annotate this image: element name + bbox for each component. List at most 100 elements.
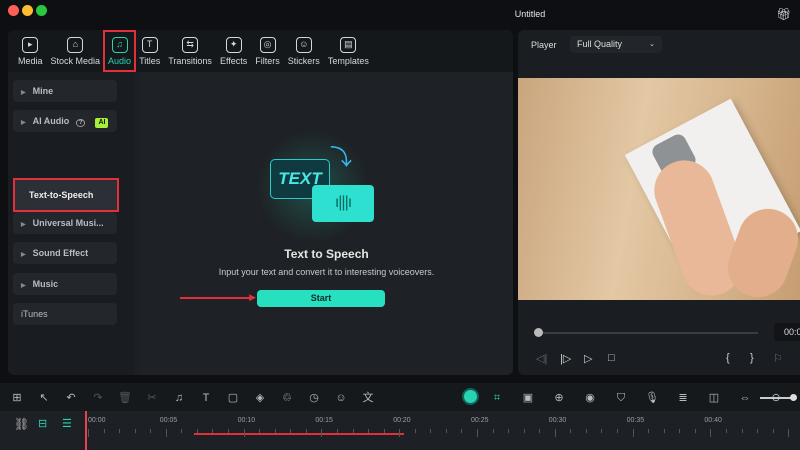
ai-cut-icon[interactable]: ⌗ [490,391,504,405]
label: Music [32,279,59,289]
library-panel: ▸ Media ⌂ Stock Media ♫ Audio T Titles ⇆ Transiti… [8,30,513,375]
select-icon[interactable]: ↖ [37,391,51,405]
mic-icon[interactable]: 🎙 [645,391,659,405]
transitions-icon: ⇆ [182,36,199,53]
delete-icon[interactable]: 🗑 [118,391,132,405]
ruler-tick-mark [399,429,401,437]
ruler-tick-mark [477,429,478,437]
sidebar-item-sound-effect[interactable]: ▶ Sound Effect [13,242,117,264]
ruler-tick-mark [757,429,759,433]
annotation-arrow: ▶ [180,292,256,302]
sidebar-item-universal-music[interactable]: ▶ Universal Musi... [13,212,117,234]
tab-effects[interactable]: ✦ Effects [216,31,251,71]
text-icon[interactable]: T [199,391,213,405]
tts-illustration: TEXT ⤵ ı|||ı [250,132,390,242]
mask-icon[interactable]: ◈ [253,391,267,405]
sidebar-item-music[interactable]: ▶ Music [13,273,117,295]
timeline-ruler[interactable]: ⛓ ⊟ ☰ 00:00 00:05 00:10 00:15 00:20 00:25 00:3… [0,411,800,450]
sidebar-item-mine[interactable]: ▶ Mine [13,80,117,102]
cut-icon[interactable]: ✂ [145,391,159,405]
tab-bar: ▸ Media ⌂ Stock Media ♫ Audio T Titles ⇆ Transiti… [8,30,513,72]
previous-frame-icon[interactable]: ◁| [536,352,547,365]
audio-icon[interactable]: ♫ [172,391,186,405]
grid-icon[interactable]: ⊞ [10,391,24,405]
playhead[interactable] [85,411,87,450]
chevron-down-icon: ⌄ [649,41,655,48]
ruler-tick-mark [383,429,385,433]
ruler-tick-mark [228,429,230,433]
time-tick: 00:15 [315,417,333,424]
ai-badge: AI [95,118,109,128]
ruler-tick-mark [445,429,447,433]
timecode: 00:0 [774,323,800,341]
translate-icon[interactable]: 文 [361,391,375,405]
marker-icon[interactable]: ⚐ [773,352,783,365]
start-button[interactable]: Start [257,290,385,307]
time-tick: 00:30 [548,417,567,424]
ruler-tick-mark [585,429,587,433]
sidebar-item-text-to-speech[interactable]: Text-to-Speech [13,178,119,212]
ai-assistant-button[interactable] [462,388,479,405]
track-icon[interactable]: ☰ [62,417,72,430]
sticker-icon[interactable]: ☺ [334,391,348,405]
tab-label: Transitions [168,55,212,66]
play-icon[interactable]: ▷ [584,352,592,365]
ruler-tick-mark [741,429,743,433]
fit-icon[interactable]: ⇔ [738,391,752,405]
color-icon[interactable]: ♲ [280,391,294,405]
crop-icon[interactable]: ▢ [226,391,240,405]
ruler-tick-mark [321,429,323,437]
tab-stickers[interactable]: ☺ Stickers [284,31,324,71]
stop-icon[interactable]: □ [608,352,615,364]
link-icon[interactable]: ⛓ [14,417,29,431]
ruler-tick-mark [554,429,556,437]
tab-titles[interactable]: T Titles [135,31,164,71]
quality-dropdown[interactable]: Full Quality ⌄ [570,36,662,53]
ruler-tick-mark [788,429,790,437]
gift-icon[interactable]: 🎁︎ [776,7,791,21]
sidebar-item-ai-audio[interactable]: ▶ AI Audio ? AI [13,110,117,132]
undo-icon[interactable]: ↶ [64,391,78,405]
tab-transitions[interactable]: ⇆ Transitions [164,31,216,71]
snap-icon[interactable]: ⊟ [38,417,47,430]
tab-label: Stock Media [50,55,101,66]
sidebar-item-itunes[interactable]: iTunes [13,303,117,325]
add-clip-icon[interactable]: ⊕ [552,391,566,405]
tab-label: Stickers [287,55,320,66]
time-tick: 00:25 [471,417,489,424]
ruler-tick-mark [772,429,774,433]
next-frame-icon[interactable]: |▷ [560,352,571,365]
ruler-tick-mark [352,429,354,433]
redo-icon[interactable]: ↷ [91,391,105,405]
tab-media[interactable]: ▸ Media [14,31,47,71]
ruler-tick-mark [243,429,245,437]
tab-templates[interactable]: ▤ Templates [324,31,373,71]
speed-icon[interactable]: ◷ [307,391,321,405]
ruler-tick-mark [290,429,292,433]
ruler-tick-mark [461,429,463,433]
time-tick: 00:40 [704,417,722,424]
play-clip-icon[interactable]: ◉ [583,391,597,405]
zoom-slider[interactable] [760,394,797,401]
ruler-tick-mark [430,429,432,433]
ruler-tick-mark [181,429,183,433]
ruler-tick-mark [259,429,261,433]
help-icon[interactable]: ? [75,119,86,127]
tab-audio[interactable]: ♫ Audio [103,30,137,72]
mark-in-icon[interactable]: { [726,352,730,364]
mark-out-icon[interactable]: } [750,352,754,364]
tab-stock-media[interactable]: ⌂ Stock Media [47,31,105,71]
stickers-icon: ☺ [295,36,312,53]
shield-icon[interactable]: ⛉ [614,391,628,405]
tab-label: Templates [327,55,369,66]
label: Mine [32,86,54,96]
time-tick: 00:10 [237,417,256,424]
ruler-tick-mark [103,429,105,433]
ruler-tick-mark [508,429,510,433]
ruler-tick-mark [336,429,338,433]
music-list-icon[interactable]: ≣ [676,391,690,405]
tab-filters[interactable]: ◎ Filters [251,31,284,71]
record-icon[interactable]: ◫ [707,391,721,405]
playback-scrubber[interactable] [534,328,758,337]
clip-icon[interactable]: ▣ [521,391,535,405]
